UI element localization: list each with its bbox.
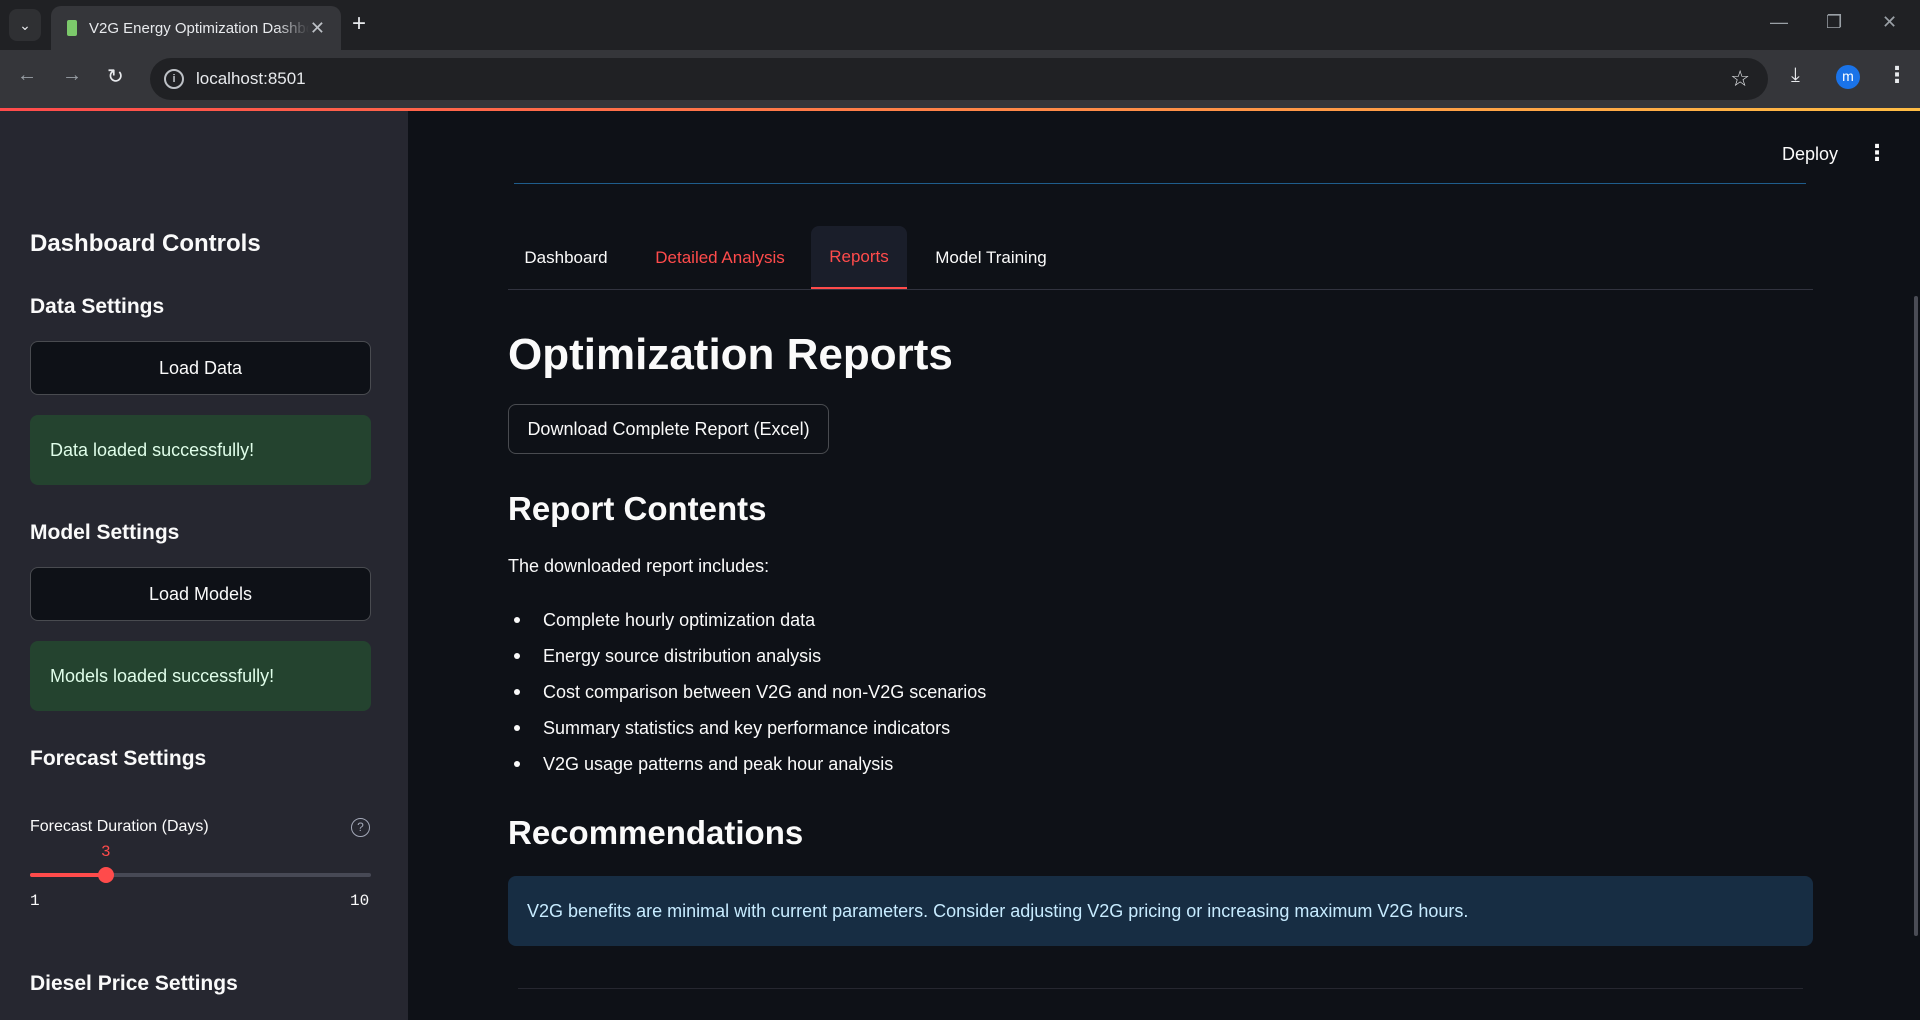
tab-detailed-analysis[interactable]: Detailed Analysis: [643, 226, 797, 289]
list-item: Energy source distribution analysis: [508, 638, 986, 674]
deploy-button[interactable]: Deploy: [1782, 144, 1838, 165]
tab-search-chevron-icon[interactable]: ⌄: [9, 9, 41, 41]
tab-model-training[interactable]: Model Training: [926, 226, 1056, 289]
slider-min-label: 1: [30, 892, 40, 910]
window-close-icon[interactable]: ✕: [1882, 12, 1897, 33]
list-item: Summary statistics and key performance i…: [508, 710, 986, 746]
sidebar-title: Dashboard Controls: [30, 230, 261, 257]
bottom-divider: [518, 988, 1803, 989]
url-text[interactable]: localhost:8501: [196, 69, 306, 89]
data-success-alert: Data loaded successfully!: [30, 415, 371, 485]
browser-toolbar: ← → ↻ i localhost:8501 ☆ ⤓ m ⋮: [0, 50, 1920, 108]
list-item: Cost comparison between V2G and non-V2G …: [508, 674, 986, 710]
forward-icon[interactable]: →: [62, 64, 82, 87]
load-models-button[interactable]: Load Models: [30, 567, 371, 621]
report-contents-list: Complete hourly optimization data Energy…: [508, 602, 986, 782]
page-title: Optimization Reports: [508, 330, 953, 379]
restore-icon[interactable]: ❐: [1826, 12, 1842, 33]
download-icon[interactable]: ⤓: [1791, 64, 1800, 87]
tab-bar: Dashboard Detailed Analysis Reports Mode…: [508, 226, 1813, 290]
new-tab-icon[interactable]: +: [352, 10, 366, 38]
forecast-settings-heading: Forecast Settings: [30, 747, 207, 770]
reload-icon[interactable]: ↻: [107, 64, 124, 89]
browser-menu-icon[interactable]: ⋮: [1886, 62, 1908, 88]
bookmark-star-icon[interactable]: ☆: [1730, 66, 1750, 92]
battery-favicon-icon: [67, 20, 77, 36]
profile-avatar[interactable]: m: [1836, 65, 1860, 89]
close-tab-icon[interactable]: ✕: [310, 18, 325, 39]
browser-tab[interactable]: V2G Energy Optimization Dashboard ✕: [51, 6, 341, 50]
diesel-price-heading: Diesel Price Settings: [30, 972, 238, 995]
model-settings-heading: Model Settings: [30, 521, 180, 544]
models-success-alert: Models loaded successfully!: [30, 641, 371, 711]
report-contents-heading: Report Contents: [508, 490, 767, 527]
browser-tab-title: V2G Energy Optimization Dashboard: [89, 19, 309, 37]
forecast-duration-label: Forecast Duration (Days): [30, 818, 209, 835]
slider-value: 3: [100, 843, 111, 861]
tab-dashboard[interactable]: Dashboard: [508, 226, 624, 289]
load-data-button[interactable]: Load Data: [30, 341, 371, 395]
list-item: Complete hourly optimization data: [508, 602, 986, 638]
browser-tabstrip: ⌄ V2G Energy Optimization Dashboard ✕ + …: [0, 0, 1920, 50]
top-divider: [514, 183, 1806, 184]
scrollbar[interactable]: [1914, 296, 1918, 936]
slider-thumb[interactable]: [97, 867, 114, 883]
recommendation-info-alert: V2G benefits are minimal with current pa…: [508, 876, 1813, 946]
forecast-duration-slider[interactable]: [30, 867, 371, 883]
back-icon[interactable]: ←: [17, 64, 37, 87]
download-report-button[interactable]: Download Complete Report (Excel): [508, 404, 829, 454]
tab-reports[interactable]: Reports: [811, 226, 907, 289]
recommendations-heading: Recommendations: [508, 814, 804, 851]
data-settings-heading: Data Settings: [30, 295, 165, 318]
address-bar[interactable]: i localhost:8501 ☆: [150, 58, 1768, 100]
site-info-icon[interactable]: i: [164, 69, 184, 89]
help-icon[interactable]: ?: [351, 818, 370, 837]
slider-fill: [30, 873, 106, 877]
list-item: V2G usage patterns and peak hour analysi…: [508, 746, 986, 782]
app-menu-icon[interactable]: ⋮: [1866, 140, 1888, 166]
minimize-icon[interactable]: —: [1770, 12, 1788, 33]
slider-max-label: 10: [350, 892, 370, 910]
report-intro-text: The downloaded report includes:: [508, 556, 770, 576]
